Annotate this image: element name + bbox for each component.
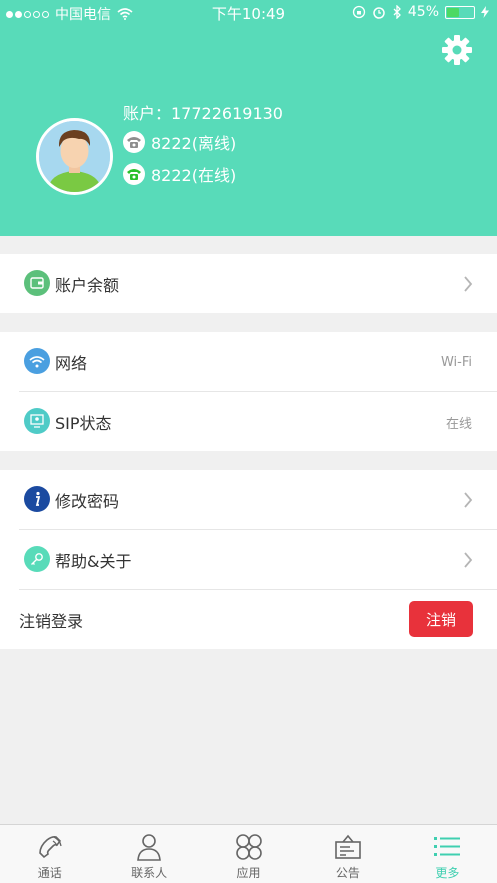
tab-contacts[interactable]: 联系人	[99, 825, 198, 883]
balance-section: 账户余额	[0, 254, 497, 313]
sip-status-row[interactable]: SIP状态 在线	[0, 392, 497, 452]
help-about-label: 帮助&关于	[55, 552, 132, 571]
change-password-label: 修改密码	[55, 492, 120, 511]
account-number: 账户：17722619130	[123, 104, 283, 123]
change-password-row[interactable]: 修改密码	[0, 470, 497, 530]
network-value: Wi-Fi	[440, 354, 472, 370]
balance-row[interactable]: 账户余额	[0, 254, 497, 314]
sip-status-label: SIP状态	[55, 414, 112, 433]
help-about-row[interactable]: 帮助&关于	[0, 530, 497, 590]
logout-button[interactable]: 注销	[409, 601, 473, 637]
tab-calls[interactable]: 通话	[0, 825, 99, 883]
offline-line-text: 8222(离线)	[151, 134, 237, 153]
tab-contacts-label: 联系人	[131, 866, 168, 880]
online-phone-icon	[123, 163, 145, 185]
tab-apps[interactable]: 应用	[199, 825, 298, 883]
key-icon	[24, 546, 50, 572]
tab-notices[interactable]: 公告	[298, 825, 397, 883]
online-line-text: 8222(在线)	[151, 166, 237, 185]
monitor-icon	[24, 408, 50, 434]
network-row[interactable]: 网络 Wi-Fi	[0, 332, 497, 392]
battery-icon	[445, 5, 475, 19]
status-section: 网络 Wi-Fi SIP状态 在线	[0, 332, 497, 451]
line-status-online: 8222(在线)	[123, 162, 236, 186]
chevron-right-icon	[464, 276, 473, 292]
tab-apps-label: 应用	[236, 866, 261, 880]
info-icon	[24, 486, 50, 512]
balance-label: 账户余额	[55, 276, 120, 295]
sip-status-value: 在线	[445, 416, 472, 432]
more-list-icon	[434, 837, 461, 856]
wifi-icon	[24, 348, 50, 374]
chevron-right-icon	[464, 552, 473, 568]
avatar[interactable]	[36, 118, 113, 195]
battery-percent: 45%	[407, 4, 439, 20]
rotation-lock-icon	[352, 5, 366, 19]
tab-calls-label: 通话	[37, 866, 62, 880]
offline-phone-icon	[123, 131, 145, 153]
profile-header: 中国电信 下午10:49 45% 账户：17722619130 8222(离线)…	[0, 0, 497, 236]
user-avatar-icon	[39, 121, 110, 192]
phone-icon	[38, 836, 62, 859]
apps-icon	[235, 834, 262, 860]
alarm-icon	[373, 7, 385, 19]
line-status-offline: 8222(离线)	[123, 130, 236, 154]
tab-more-label: 更多	[435, 866, 460, 880]
wallet-icon	[24, 270, 50, 296]
notice-icon	[335, 834, 361, 859]
chevron-right-icon	[464, 492, 473, 508]
logout-label: 注销登录	[19, 612, 84, 631]
bottom-tab-bar: 通话 联系人 应用 公告 更多	[0, 824, 497, 883]
tab-notices-label: 公告	[335, 866, 360, 880]
bluetooth-icon	[393, 5, 401, 19]
network-label: 网络	[55, 354, 88, 373]
settings-gear-icon[interactable]	[441, 34, 473, 66]
person-icon	[137, 834, 161, 861]
tab-more[interactable]: 更多	[398, 825, 497, 883]
status-bar: 中国电信 下午10:49 45%	[0, 0, 497, 26]
charging-icon	[481, 6, 489, 18]
